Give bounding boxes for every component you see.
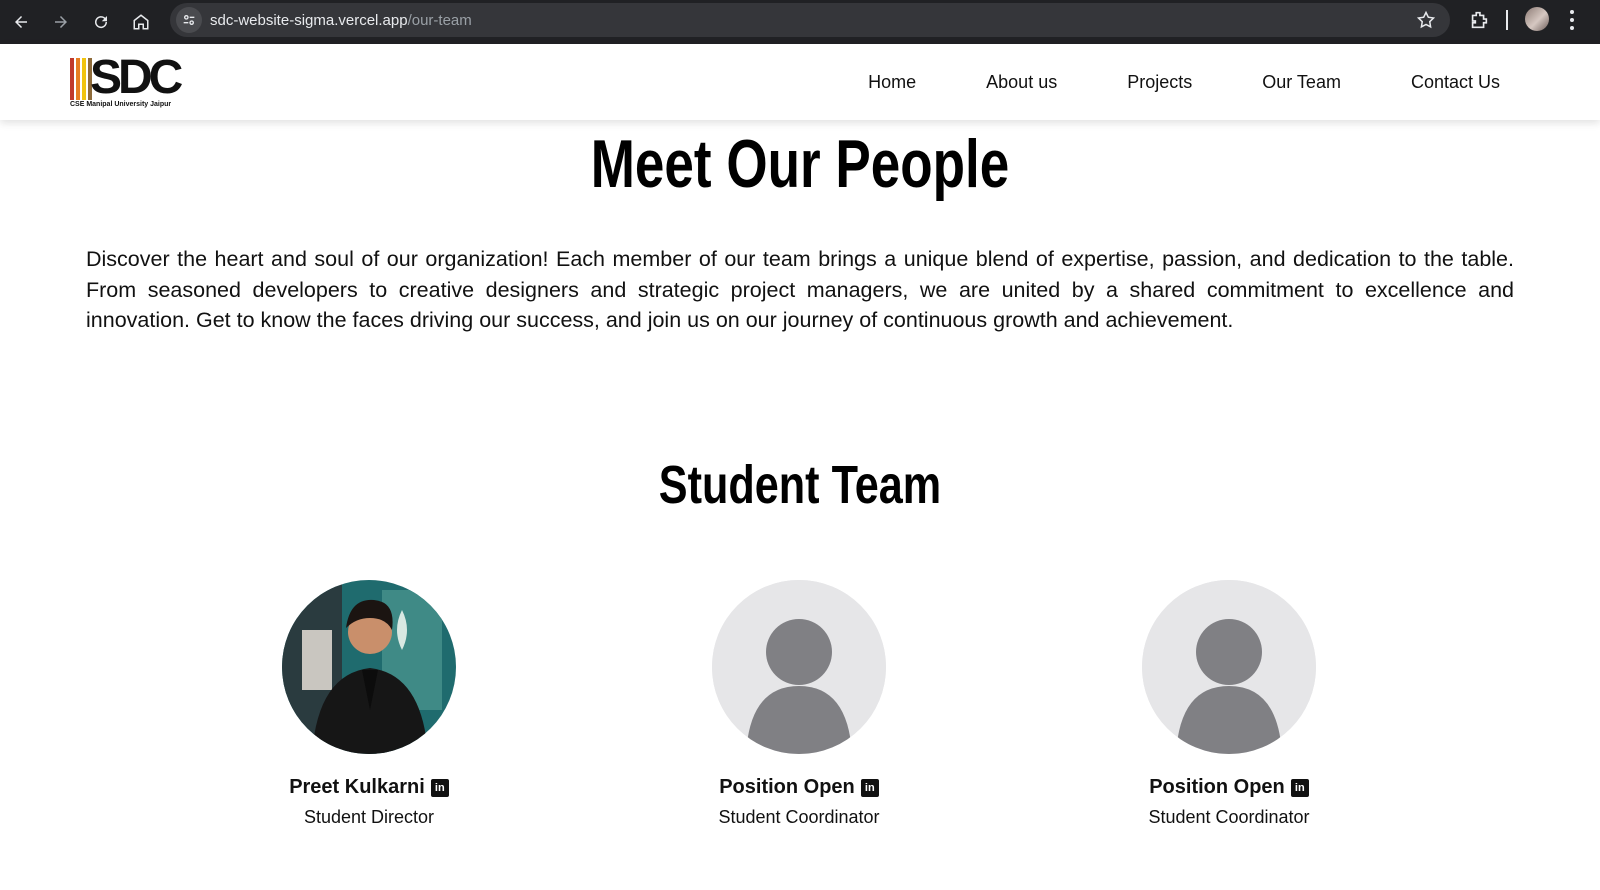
member-name: Position Open <box>1149 776 1285 798</box>
logo-text: SDC <box>90 51 183 104</box>
person-photo-icon <box>282 580 456 754</box>
browser-toolbar: sdc-website-sigma.vercel.app/our-team <box>0 0 1600 44</box>
extensions-icon[interactable] <box>1468 9 1490 31</box>
nav-about-us[interactable]: About us <box>986 72 1057 93</box>
member-photo <box>712 580 886 754</box>
member-name: Preet Kulkarni <box>289 776 425 798</box>
url-domain: sdc-website-sigma.vercel.app <box>210 11 408 29</box>
page-title: Meet Our People <box>590 126 1010 202</box>
member-photo <box>1142 580 1316 754</box>
team-member-card: Preet Kulkarni in Student Director <box>229 580 509 828</box>
nav-home[interactable]: Home <box>868 72 916 93</box>
linkedin-icon[interactable]: in <box>860 778 879 797</box>
reload-icon <box>95 16 108 29</box>
placeholder-avatar-icon <box>712 580 886 754</box>
back-button[interactable] <box>2 3 40 41</box>
url-text: sdc-website-sigma.vercel.app/our-team <box>210 12 472 29</box>
site-header: SDC CSE Manipal University Jaipur Home A… <box>0 44 1600 120</box>
reload-button[interactable] <box>82 3 120 41</box>
main-nav: Home About us Projects Our Team Contact … <box>868 44 1500 120</box>
profile-avatar[interactable] <box>1525 7 1549 31</box>
home-button[interactable] <box>122 3 160 41</box>
linkedin-icon[interactable]: in <box>430 778 449 797</box>
student-team-title: Student Team <box>658 455 942 515</box>
sdc-logo[interactable]: SDC CSE Manipal University Jaipur <box>68 51 183 112</box>
member-role: Student Director <box>303 807 435 827</box>
member-name-row: Position Open in <box>1089 776 1369 799</box>
member-name-row: Preet Kulkarni in <box>229 776 509 799</box>
nav-contact-us[interactable]: Contact Us <box>1411 72 1500 93</box>
logo-tagline: CSE Manipal University Jaipur <box>70 101 172 108</box>
bookmark-star-icon[interactable] <box>1416 10 1436 30</box>
nav-projects[interactable]: Projects <box>1127 72 1192 93</box>
placeholder-avatar-icon <box>1142 580 1316 754</box>
site-settings-icon[interactable] <box>176 7 202 33</box>
home-icon <box>133 14 149 30</box>
intro-paragraph: Discover the heart and soul of our organ… <box>86 247 1514 332</box>
member-photo <box>282 580 456 754</box>
logo-bars <box>70 58 92 100</box>
url-path: /our-team <box>407 11 472 29</box>
team-member-card: Position Open in Student Coordinator <box>1089 580 1369 828</box>
member-name: Position Open <box>719 776 855 798</box>
address-bar[interactable]: sdc-website-sigma.vercel.app/our-team <box>170 3 1450 37</box>
forward-button[interactable] <box>42 3 80 41</box>
linkedin-icon[interactable]: in <box>1290 778 1309 797</box>
nav-our-team[interactable]: Our Team <box>1262 72 1341 93</box>
arrow-right-icon <box>55 16 67 28</box>
toolbar-divider <box>1506 10 1508 30</box>
member-name-row: Position Open in <box>659 776 939 799</box>
team-member-card: Position Open in Student Coordinator <box>659 580 939 828</box>
browser-menu-icon[interactable] <box>1566 8 1578 32</box>
member-role: Student Coordinator <box>1148 807 1310 827</box>
member-role: Student Coordinator <box>718 807 880 827</box>
arrow-left-icon <box>15 16 27 28</box>
